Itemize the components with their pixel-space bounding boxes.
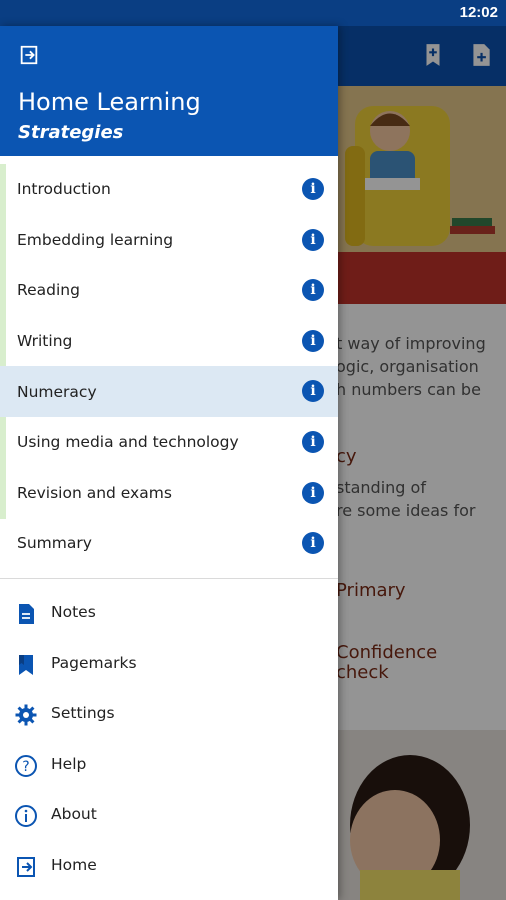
drawer-title: Home Learning	[18, 88, 201, 116]
home-exit-icon	[17, 856, 35, 877]
chapter-list: Introduction i Embedding learning i Read…	[0, 164, 338, 569]
chapter-item-using-media[interactable]: Using media and technology i	[0, 417, 338, 468]
chapter-label: Using media and technology	[17, 433, 239, 452]
divider	[0, 578, 338, 579]
chapter-label: Embedding learning	[17, 230, 174, 249]
chapter-label: Reading	[17, 281, 80, 300]
menu-label: Notes	[51, 603, 96, 621]
info-icon[interactable]: i	[302, 481, 324, 504]
chapter-item-reading[interactable]: Reading i	[0, 265, 338, 316]
info-icon	[15, 805, 37, 828]
menu-label: Settings	[51, 704, 115, 723]
menu-item-notes[interactable]: Notes	[0, 588, 338, 639]
menu-item-help[interactable]: ? Help	[0, 740, 338, 791]
chapter-label: Revision and exams	[17, 483, 172, 502]
drawer-menu: Notes Pagemarks Settings ? Help About Ho…	[0, 588, 338, 892]
chapter-item-introduction[interactable]: Introduction i	[0, 164, 338, 215]
status-bar: 12:02	[0, 0, 506, 26]
menu-label: Home	[51, 855, 97, 874]
menu-label: About	[51, 805, 97, 824]
info-icon[interactable]: i	[302, 430, 324, 453]
exit-icon[interactable]	[18, 44, 40, 66]
info-icon[interactable]: i	[302, 279, 324, 302]
info-icon[interactable]: i	[302, 178, 324, 200]
info-icon[interactable]: i	[302, 329, 324, 352]
chapter-item-summary[interactable]: Summary i	[0, 518, 338, 569]
chapter-item-writing[interactable]: Writing i	[0, 316, 338, 367]
chapter-item-revision[interactable]: Revision and exams i	[0, 468, 338, 519]
navigation-drawer: Home Learning Strategies Introduction i …	[0, 26, 338, 900]
drawer-header: Home Learning Strategies	[0, 26, 338, 156]
bookmark-icon	[19, 654, 33, 675]
gear-icon	[15, 704, 37, 726]
status-time: 12:02	[459, 4, 498, 21]
help-icon: ?	[15, 754, 37, 777]
info-icon[interactable]: i	[302, 228, 324, 251]
chapter-item-numeracy[interactable]: Numeracy i	[0, 366, 338, 417]
menu-item-about[interactable]: About	[0, 790, 338, 841]
menu-label: Pagemarks	[51, 653, 137, 672]
svg-text:?: ?	[22, 759, 29, 775]
chapter-label: Writing	[17, 332, 73, 351]
info-icon[interactable]: i	[302, 380, 324, 403]
menu-item-settings[interactable]: Settings	[0, 689, 338, 740]
menu-item-pagemarks[interactable]: Pagemarks	[0, 639, 338, 690]
menu-label: Help	[51, 754, 87, 773]
menu-item-home[interactable]: Home	[0, 841, 338, 892]
chapter-item-embedding-learning[interactable]: Embedding learning i	[0, 215, 338, 266]
drawer-subtitle: Strategies	[18, 122, 124, 143]
chapter-label: Introduction	[17, 180, 111, 199]
chapter-label: Numeracy	[17, 382, 97, 401]
notes-icon	[19, 604, 34, 624]
info-icon[interactable]: i	[302, 532, 324, 555]
chapter-label: Summary	[17, 534, 92, 553]
